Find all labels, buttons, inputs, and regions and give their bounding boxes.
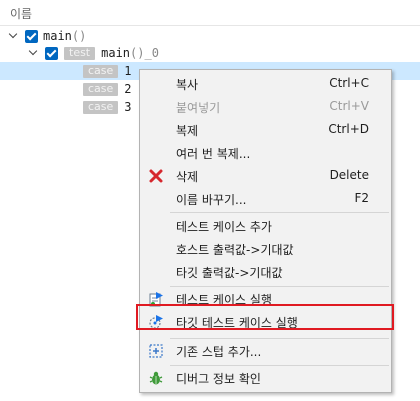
name-column-header[interactable]: 이름 [0, 0, 420, 26]
menu-item-label: 디버그 정보 확인 [176, 372, 261, 386]
add-stub-icon [148, 343, 164, 359]
menu-separator [170, 286, 389, 287]
menu-item-label: 이름 바꾸기... [176, 193, 247, 207]
case-number: 3 [124, 100, 132, 114]
menu-item-label: 테스트 케이스 추가 [176, 220, 272, 234]
menu-item-label: 테스트 케이스 실행 [176, 293, 272, 307]
menu-item-paste[interactable]: 붙여넣기 Ctrl+V [140, 96, 391, 118]
menu-separator [170, 212, 389, 213]
menu-item-shortcut: Ctrl+D [328, 122, 369, 136]
menu-item-label: 여러 번 복제... [176, 147, 251, 161]
menu-item-add-existing-stub[interactable]: 기존 스텁 추가... [140, 340, 391, 362]
case-badge: case [83, 82, 119, 96]
menu-item-add-test-case[interactable]: 테스트 케이스 추가 [140, 215, 391, 237]
case-badge: case [83, 100, 119, 114]
menu-item-shortcut: Delete [329, 168, 369, 182]
test-badge: test [64, 46, 96, 60]
context-menu: 복사 Ctrl+C 붙여넣기 Ctrl+V 복제 Ctrl+D 여러 번 복제.… [139, 69, 392, 393]
chevron-down-icon[interactable] [9, 31, 19, 41]
case-number: 2 [124, 82, 132, 96]
menu-item-label: 붙여넣기 [176, 101, 221, 115]
menu-item-debug-info[interactable]: 디버그 정보 확인 [140, 367, 391, 389]
menu-item-label: 기존 스텁 추가... [176, 345, 262, 359]
menu-item-delete[interactable]: 삭제 Delete [140, 165, 391, 187]
menu-item-copy[interactable]: 복사 Ctrl+C [140, 73, 391, 95]
chevron-down-icon[interactable] [29, 48, 39, 58]
menu-item-label: 복사 [176, 78, 199, 92]
menu-item-run-target-test-case[interactable]: 타깃 테스트 케이스 실행 [140, 311, 391, 333]
tree-label-main: main() [43, 29, 87, 43]
menu-item-label: 복제 [176, 124, 199, 138]
menu-item-duplicate-multiple[interactable]: 여러 번 복제... [140, 142, 391, 164]
menu-item-label: 삭제 [176, 170, 199, 184]
tree-row-main[interactable]: main() [0, 27, 420, 45]
run-target-test-icon [148, 314, 164, 330]
menu-item-label: 타깃 테스트 케이스 실행 [176, 316, 298, 330]
tree-row-test-main[interactable]: test main()_0 [0, 44, 420, 62]
menu-item-shortcut: Ctrl+C [329, 76, 369, 90]
menu-item-run-test-case[interactable]: 테스트 케이스 실행 [140, 288, 391, 310]
menu-item-shortcut: F2 [354, 191, 369, 205]
menu-separator [170, 338, 389, 339]
menu-item-duplicate[interactable]: 복제 Ctrl+D [140, 119, 391, 141]
checkbox-test-main[interactable] [45, 46, 58, 60]
delete-x-icon [148, 168, 164, 184]
menu-item-rename[interactable]: 이름 바꾸기... F2 [140, 188, 391, 210]
tree-label-test-main: main()_0 [101, 46, 159, 60]
menu-item-host-output-to-expected[interactable]: 호스트 출력값->기대값 [140, 238, 391, 260]
menu-item-target-output-to-expected[interactable]: 타깃 출력값->기대값 [140, 261, 391, 283]
name-column-label: 이름 [10, 7, 33, 21]
menu-item-label: 타깃 출력값->기대값 [176, 266, 283, 280]
checkbox-main[interactable] [25, 29, 38, 43]
menu-item-shortcut: Ctrl+V [329, 99, 369, 113]
run-test-icon [148, 291, 164, 307]
bug-icon [148, 370, 164, 386]
menu-item-label: 호스트 출력값->기대값 [176, 243, 294, 257]
case-number: 1 [124, 64, 132, 78]
menu-separator [170, 365, 389, 366]
case-badge: case [83, 64, 119, 78]
